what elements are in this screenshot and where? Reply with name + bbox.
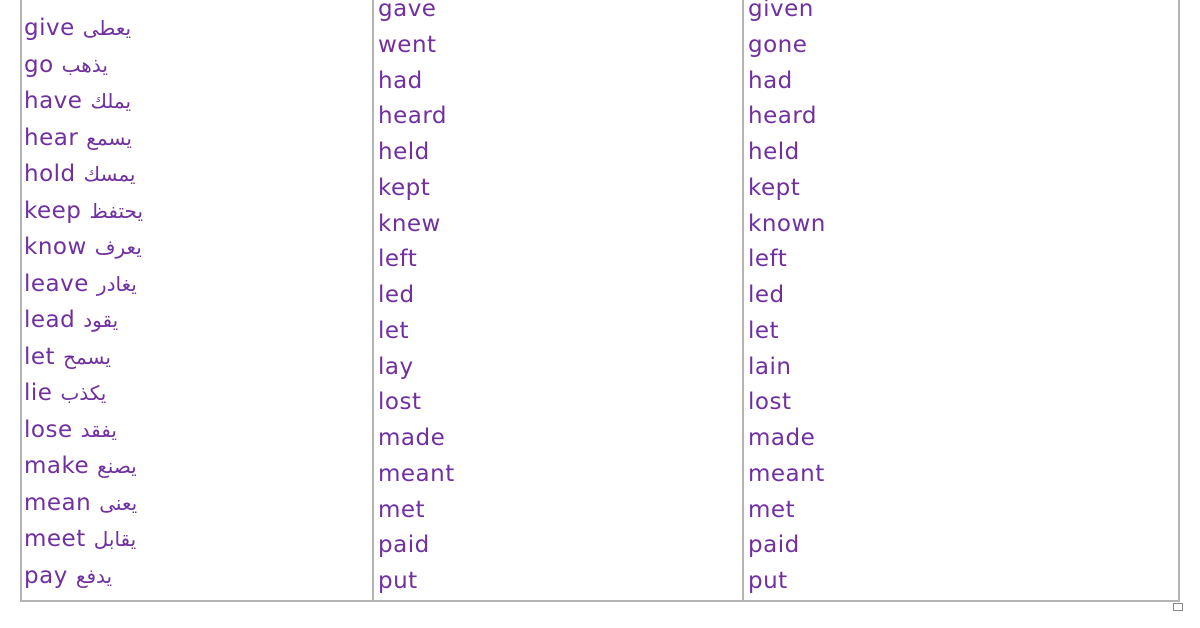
past-participle-cell: led: [748, 282, 785, 308]
base-form-cell: lose يفقد: [24, 412, 143, 449]
arabic-translation: يحتفظ: [89, 198, 144, 223]
arabic-translation: يمسك: [83, 162, 136, 186]
base-form-cell: hold يمسك: [24, 156, 143, 193]
base-form-cell: leave يغادر: [24, 266, 143, 303]
past-participle-cell: kept: [748, 174, 801, 201]
arabic-translation: يعطى: [82, 16, 132, 40]
base-form-cell: let يسمح: [24, 339, 143, 376]
past-simple-cell: kept: [378, 174, 431, 201]
column-divider: [372, 0, 374, 602]
past-participle-cell: made: [748, 425, 816, 451]
past-simple-cell: meant: [378, 460, 455, 487]
past-participle-cell: had: [748, 67, 793, 94]
past-simple-cell: lost: [378, 389, 422, 416]
english-word: lead: [24, 307, 76, 333]
past-simple-cell: lay: [378, 353, 414, 380]
past-simple-cell: went: [378, 31, 437, 58]
past-participle-cell: gone: [748, 31, 808, 58]
arabic-translation: يذهب: [61, 52, 108, 77]
base-form-cell: mean يعنى: [24, 485, 143, 522]
past-simple-cell: held: [378, 139, 430, 165]
english-word: hold: [24, 161, 76, 187]
past-simple-cell: made: [378, 425, 446, 451]
arabic-translation: يسمع: [86, 125, 132, 150]
past-simple-cell: knew: [378, 210, 441, 237]
past-simple-cell: had: [378, 67, 423, 94]
past-simple-column: gave went had heard held kept knew left led let la…: [378, 0, 455, 600]
base-form-cell: pay يدفع: [24, 558, 143, 595]
arabic-translation: يغادر: [96, 271, 137, 296]
past-participle-cell: lain: [748, 353, 792, 380]
base-form-cell: go يذهب: [24, 47, 143, 84]
english-word: make: [24, 453, 90, 479]
base-form-cell: meet يقابل: [24, 521, 143, 558]
arabic-translation: يعرف: [94, 235, 142, 259]
past-participle-cell: left: [748, 246, 788, 273]
past-simple-cell: gave: [378, 0, 437, 22]
english-word: have: [24, 88, 83, 114]
english-word: give: [24, 15, 75, 41]
past-simple-cell: left: [378, 246, 418, 273]
past-participle-cell: lost: [748, 389, 792, 416]
arabic-translation: يعنى: [99, 490, 138, 515]
past-participle-cell: known: [748, 210, 826, 237]
english-word: meet: [24, 526, 86, 552]
past-simple-cell: paid: [378, 532, 430, 559]
arabic-translation: يسمح: [63, 344, 111, 369]
past-participle-cell: heard: [748, 103, 817, 130]
past-simple-cell: led: [378, 282, 415, 308]
past-participle-cell: let: [748, 317, 780, 344]
arabic-translation: يصنع: [97, 454, 137, 478]
english-word: lose: [24, 416, 73, 443]
base-form-cell: lead يقود: [24, 302, 143, 339]
past-simple-cell: let: [378, 317, 410, 344]
english-word: pay: [24, 562, 68, 589]
base-form-cell: make يصنع: [24, 448, 143, 485]
past-participle-cell: met: [748, 496, 796, 523]
english-word: lie: [24, 380, 53, 406]
base-form-cell: give يعطى: [24, 10, 143, 47]
past-participle-cell: meant: [748, 460, 825, 487]
past-simple-cell: met: [378, 496, 426, 523]
base-form-cell: know يعرف: [24, 229, 143, 266]
english-word: know: [24, 234, 87, 260]
english-word: hear: [24, 124, 79, 151]
past-participle-column: given gone had heard held kept known left led let…: [748, 0, 826, 600]
past-participle-cell: put: [748, 568, 788, 594]
base-form-cell: lie يكذب: [24, 375, 143, 412]
column-divider: [742, 0, 744, 602]
arabic-translation: يقابل: [93, 527, 137, 551]
past-simple-cell: heard: [378, 103, 447, 130]
english-word: keep: [24, 197, 82, 224]
base-form-cell: keep يحتفظ: [24, 193, 143, 230]
english-word: leave: [24, 270, 89, 297]
arabic-translation: يفقد: [80, 417, 117, 442]
english-word: let: [24, 343, 56, 370]
past-participle-cell: paid: [748, 532, 800, 559]
base-form-cell: hear يسمع: [24, 120, 143, 157]
past-participle-cell: held: [748, 139, 800, 165]
base-form-cell: have يملك: [24, 83, 143, 120]
base-form-column: give يعطى go يذهب have يملك hear يسمع hold يمسك ke…: [24, 10, 143, 594]
past-participle-cell: given: [748, 0, 814, 22]
arabic-translation: يقود: [83, 308, 119, 332]
arabic-translation: يدفع: [75, 563, 113, 588]
english-word: mean: [24, 489, 92, 516]
arabic-translation: يكذب: [60, 381, 107, 405]
verbs-table: [20, 0, 1180, 602]
past-simple-cell: put: [378, 568, 418, 594]
english-word: go: [24, 51, 54, 78]
resize-handle[interactable]: [1173, 603, 1183, 611]
arabic-translation: يملك: [90, 89, 132, 113]
